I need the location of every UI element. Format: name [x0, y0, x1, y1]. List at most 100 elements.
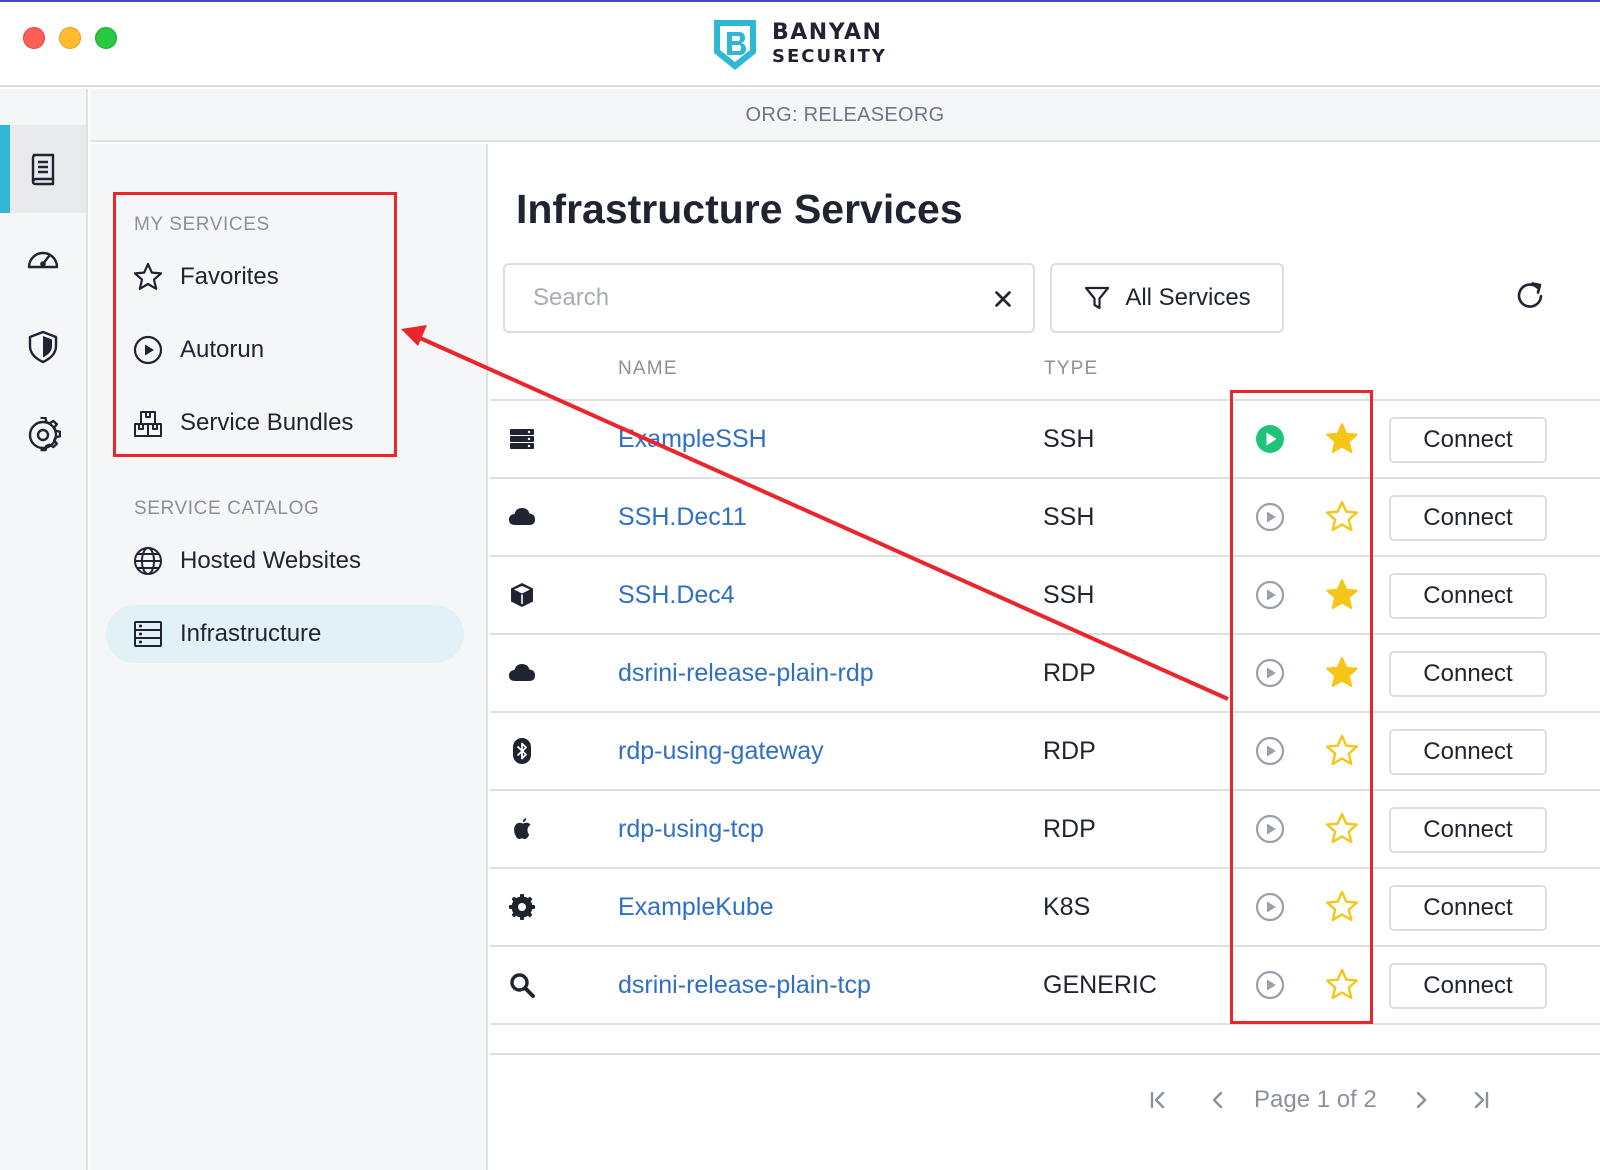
page-title: Infrastructure Services: [516, 186, 963, 232]
connect-button[interactable]: Connect: [1389, 807, 1547, 853]
rail-item-security[interactable]: [0, 303, 86, 391]
zoom-window-button[interactable]: [95, 27, 117, 49]
autorun-off-toggle[interactable]: [1254, 501, 1286, 533]
favorite-on-toggle[interactable]: [1324, 421, 1360, 457]
autorun-off-toggle[interactable]: [1254, 813, 1286, 845]
service-type: K8S: [1043, 893, 1091, 921]
autorun-on-toggle[interactable]: [1254, 423, 1286, 455]
connect-button[interactable]: Connect: [1389, 729, 1547, 775]
table-row[interactable]: SSH.Dec4 SSH Connect: [490, 555, 1600, 633]
play-circle-icon: [1254, 736, 1286, 771]
connect-button[interactable]: Connect: [1389, 417, 1547, 463]
rail-item-services[interactable]: [0, 125, 86, 213]
service-name-link[interactable]: ExampleKube: [618, 893, 774, 922]
favorite-off-toggle[interactable]: [1324, 967, 1360, 1003]
first-page-icon: [1150, 1091, 1165, 1109]
favorite-on-toggle[interactable]: [1324, 577, 1360, 613]
shield-icon: [28, 330, 58, 364]
favorite-off-toggle[interactable]: [1324, 499, 1360, 535]
connect-button[interactable]: Connect: [1389, 495, 1547, 541]
connect-button[interactable]: Connect: [1389, 885, 1547, 931]
next-page-button[interactable]: [1403, 1082, 1439, 1118]
service-type: SSH: [1043, 425, 1095, 453]
autorun-off-toggle[interactable]: [1254, 657, 1286, 689]
table-row[interactable]: rdp-using-gateway RDP Connect: [490, 711, 1600, 789]
rail-item-dashboard[interactable]: [0, 215, 86, 303]
star-filled-icon: [1324, 657, 1360, 695]
star-outline-icon: [1324, 890, 1360, 929]
chevron-right-icon: [1416, 1091, 1426, 1109]
favorite-off-toggle[interactable]: [1324, 889, 1360, 925]
icon-rail: [0, 89, 88, 1170]
favorite-on-toggle[interactable]: [1324, 655, 1360, 691]
service-name-link[interactable]: SSH.Dec4: [618, 581, 735, 610]
rail-item-settings[interactable]: [0, 391, 86, 479]
column-header-type[interactable]: TYPE: [1044, 358, 1098, 380]
my-services-heading: MY SERVICES: [134, 214, 270, 235]
sidebar-item-service-bundles[interactable]: Service Bundles: [106, 394, 464, 452]
search-box: [503, 263, 1035, 333]
brand-logo: BANYAN SECURITY: [710, 16, 887, 74]
sidebar-item-label: Service Bundles: [180, 409, 354, 436]
brand-name: BANYAN: [772, 20, 883, 45]
autorun-off-toggle[interactable]: [1254, 579, 1286, 611]
star-outline-icon: [133, 262, 163, 290]
play-circle-icon: [1254, 814, 1286, 849]
server-icon: [134, 621, 162, 647]
table-row[interactable]: ExampleKube K8S Connect: [490, 867, 1600, 945]
search-input[interactable]: [521, 275, 961, 321]
services-table: ExampleSSH SSH Connect SSH.Dec11 SSH Connect S…: [490, 399, 1600, 1055]
play-circle-icon: [1254, 580, 1286, 615]
table-row[interactable]: dsrini-release-plain-rdp RDP Connect: [490, 633, 1600, 711]
favorite-off-toggle[interactable]: [1324, 811, 1360, 847]
connect-button[interactable]: Connect: [1389, 651, 1547, 697]
connect-button[interactable]: Connect: [1389, 963, 1547, 1009]
table-row[interactable]: ExampleSSH SSH Connect: [490, 399, 1600, 477]
service-name-link[interactable]: dsrini-release-plain-rdp: [618, 659, 874, 688]
last-page-icon: [1474, 1091, 1488, 1109]
sidebar-item-label: Autorun: [180, 336, 265, 363]
org-label: ORG: RELEASEORG: [90, 89, 1600, 142]
connect-button[interactable]: Connect: [1389, 573, 1547, 619]
previous-page-button[interactable]: [1200, 1082, 1236, 1118]
sidebar-item-autorun[interactable]: Autorun: [106, 321, 464, 379]
last-page-button[interactable]: [1463, 1082, 1499, 1118]
filter-label: All Services: [1125, 284, 1251, 311]
boxes-icon: [134, 411, 162, 437]
sidebar-item-label: Infrastructure: [180, 620, 322, 647]
autorun-off-toggle[interactable]: [1254, 891, 1286, 923]
autorun-off-toggle[interactable]: [1254, 735, 1286, 767]
book-icon: [31, 153, 55, 186]
filter-icon: [1085, 286, 1110, 310]
column-header-name[interactable]: NAME: [618, 358, 678, 380]
first-page-button[interactable]: [1140, 1082, 1176, 1118]
gear-icon: [28, 417, 61, 452]
close-window-button[interactable]: [23, 27, 45, 49]
service-name-link[interactable]: SSH.Dec11: [618, 503, 747, 532]
sidebar-item-favorites[interactable]: Favorites: [106, 248, 464, 306]
minimize-window-button[interactable]: [59, 27, 81, 49]
service-name-link[interactable]: ExampleSSH: [618, 425, 767, 454]
autorun-off-toggle[interactable]: [1254, 969, 1286, 1001]
service-name-link[interactable]: rdp-using-gateway: [618, 737, 824, 766]
favorite-off-toggle[interactable]: [1324, 733, 1360, 769]
service-name-link[interactable]: dsrini-release-plain-tcp: [618, 971, 871, 1000]
table-row[interactable]: dsrini-release-plain-tcp GENERIC Connect: [490, 945, 1600, 1023]
service-type: GENERIC: [1043, 971, 1157, 999]
star-outline-icon: [1324, 812, 1360, 851]
title-bar: BANYAN SECURITY: [0, 2, 1600, 87]
service-name-link[interactable]: rdp-using-tcp: [618, 815, 764, 844]
filter-services-button[interactable]: All Services: [1050, 263, 1284, 333]
clear-search-button[interactable]: [987, 283, 1019, 315]
chevron-left-icon: [1212, 1091, 1223, 1109]
table-bottom-divider: [490, 1023, 1600, 1053]
service-type: SSH: [1043, 581, 1095, 609]
table-row[interactable]: SSH.Dec11 SSH Connect: [490, 477, 1600, 555]
sidebar-item-label: Favorites: [180, 263, 279, 290]
play-circle-icon: [1254, 658, 1286, 693]
sidebar-item-infrastructure[interactable]: Infrastructure: [106, 605, 464, 663]
refresh-button[interactable]: [1510, 276, 1550, 316]
sidebar-item-hosted-websites[interactable]: Hosted Websites: [106, 532, 464, 590]
table-row[interactable]: rdp-using-tcp RDP Connect: [490, 789, 1600, 867]
star-filled-icon: [1324, 579, 1360, 617]
